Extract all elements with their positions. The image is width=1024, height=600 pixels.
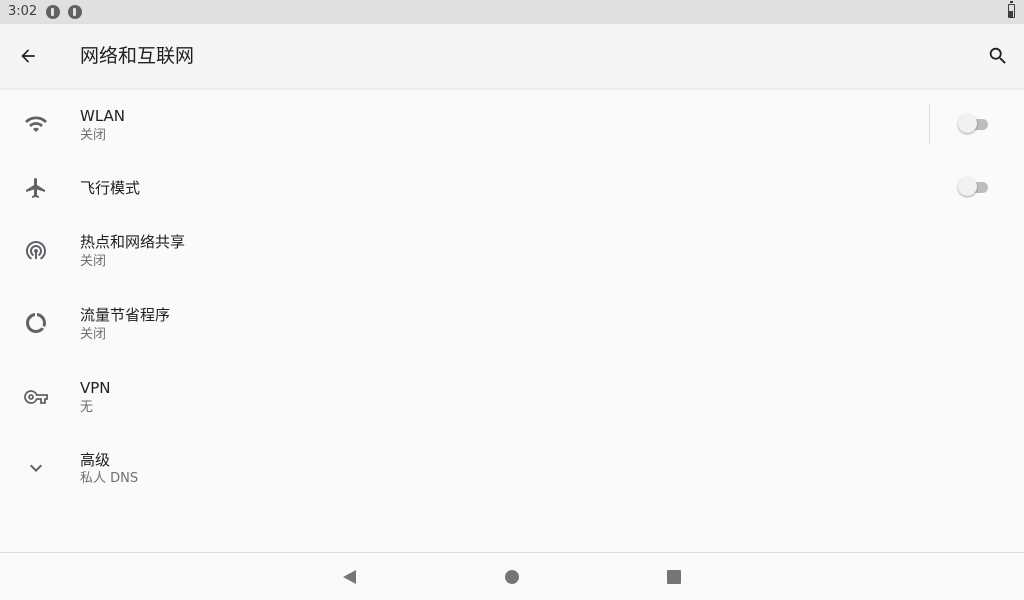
item-title: 热点和网络共享	[80, 233, 186, 251]
item-title: 高级	[80, 451, 111, 469]
airplane-icon	[22, 174, 50, 202]
item-summary: 关闭	[80, 254, 107, 269]
page-title: 网络和互联网	[80, 45, 195, 67]
arrow-back-icon	[21, 49, 35, 63]
battery-icon	[1008, 1, 1015, 18]
nav-recents-button[interactable]	[664, 567, 684, 587]
vpn-key-icon	[22, 383, 50, 411]
nav-back-button[interactable]	[339, 567, 359, 587]
item-title: VPN	[80, 379, 111, 397]
item-summary: 关闭	[80, 327, 107, 342]
wlan-toggle[interactable]	[958, 114, 988, 134]
status-bar: 3:02	[0, 0, 1024, 24]
item-title: WLAN	[80, 107, 126, 125]
wifi-icon	[22, 110, 50, 138]
list-item-airplane-mode[interactable]: 飞行模式	[0, 161, 1024, 215]
toggle-thumb	[958, 114, 977, 133]
list-item-vpn[interactable]: VPN 无	[0, 361, 1024, 434]
chevron-down-icon	[22, 454, 50, 482]
item-title: 流量节省程序	[80, 306, 171, 324]
recents-square-icon	[667, 570, 681, 584]
hotspot-icon	[22, 236, 50, 264]
list-item-hotspot[interactable]: 热点和网络共享 关闭	[0, 215, 1024, 288]
notification-icon	[46, 5, 60, 19]
nav-home-button[interactable]	[502, 567, 522, 587]
search-icon	[989, 47, 1006, 64]
item-summary: 私人 DNS	[80, 471, 139, 486]
home-circle-icon	[505, 570, 519, 584]
data-saver-icon	[22, 309, 50, 337]
list-item-advanced[interactable]: 高级 私人 DNS	[0, 434, 1024, 506]
notification-icon	[68, 5, 82, 19]
toggle-thumb	[958, 177, 977, 196]
item-title: 飞行模式	[80, 179, 141, 197]
search-button[interactable]	[984, 42, 1012, 70]
status-time: 3:02	[8, 4, 38, 19]
back-triangle-icon	[343, 570, 356, 584]
airplane-mode-toggle[interactable]	[958, 177, 988, 197]
item-summary: 无	[80, 400, 94, 415]
list-item-data-saver[interactable]: 流量节省程序 关闭	[0, 288, 1024, 361]
list-item-wlan[interactable]: WLAN 关闭	[0, 89, 1024, 161]
back-button[interactable]	[12, 44, 44, 68]
navigation-bar	[0, 552, 1024, 600]
divider	[929, 104, 930, 144]
app-bar: 网络和互联网	[0, 24, 1024, 88]
item-summary: 关闭	[80, 128, 107, 143]
